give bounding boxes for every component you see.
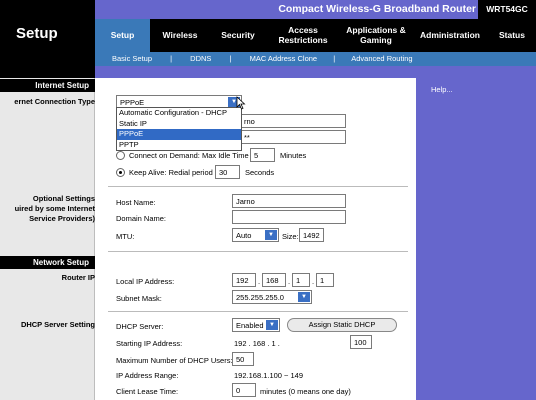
product-name: Compact Wireless-G Broadband Router [278, 3, 476, 15]
option-automatic-dhcp[interactable]: Automatic Configuration - DHCP [117, 108, 241, 119]
main-tab-bar: Setup Wireless Security Access Restricti… [95, 19, 536, 52]
chevron-down-icon: ▼ [266, 320, 278, 330]
mtu-label: MTU: [116, 232, 135, 241]
subnet-mask-select[interactable]: 255.255.255.0 ▼ [232, 290, 312, 304]
subtab-list: Basic Setup | DDNS | MAC Address Clone |… [112, 54, 413, 63]
tab-administration[interactable]: Administration [412, 19, 488, 52]
divider [108, 251, 408, 252]
dhcp-server-select[interactable]: Enabled ▼ [232, 318, 280, 332]
label-connection-type: ernet Connection Type [14, 97, 95, 106]
password-field[interactable]: ** [240, 130, 346, 144]
tab-access-restrictions[interactable]: Access Restrictions [266, 19, 340, 52]
chevron-down-icon: ▼ [298, 292, 310, 302]
starting-ip-label: Starting IP Address: [116, 339, 183, 348]
local-ip-octet-3[interactable]: 1 [292, 273, 310, 287]
starting-ip-prefix: 192 . 168 . 1 . [234, 339, 280, 348]
option-static-ip[interactable]: Static IP [117, 119, 241, 130]
ip-dot: . [258, 277, 261, 286]
mouse-cursor-icon [236, 96, 246, 110]
keep-alive-label: Keep Alive: Redial period [129, 168, 213, 177]
model-name: WRT54GC [478, 0, 536, 19]
local-ip-octet-4[interactable]: 1 [316, 273, 334, 287]
subtab-basic-setup[interactable]: Basic Setup [112, 54, 152, 63]
idle-time-input[interactable]: 5 [250, 148, 275, 162]
local-ip-octet-1[interactable]: 192 [232, 273, 256, 287]
local-ip-label: Local IP Address: [116, 277, 175, 286]
subtab-separator: | [333, 53, 336, 63]
option-pptp[interactable]: PPTP [117, 140, 241, 151]
host-name-label: Host Name: [116, 198, 156, 207]
host-name-input[interactable]: Jarno [232, 194, 346, 208]
header-band [95, 66, 536, 78]
option-pppoe[interactable]: PPPoE [117, 129, 241, 140]
lease-time-input[interactable]: 0 [232, 383, 256, 397]
assign-static-dhcp-button[interactable]: Assign Static DHCP [287, 318, 397, 332]
redial-period-input[interactable]: 30 [215, 165, 240, 179]
connection-type-dropdown-list: Automatic Configuration - DHCP Static IP… [116, 107, 242, 151]
section-header-internet-setup: Internet Setup [0, 79, 95, 92]
subtab-advanced-routing[interactable]: Advanced Routing [351, 54, 412, 63]
ip-range-value: 192.168.1.100 ~ 149 [234, 371, 304, 380]
label-dhcp-server-setting: DHCP Server Setting [20, 320, 95, 329]
ip-range-label: IP Address Range: [116, 371, 179, 380]
label-optional-settings-2: uired by some Internet [14, 204, 95, 213]
redial-period-unit: Seconds [245, 168, 275, 177]
help-column [416, 78, 536, 400]
domain-name-label: Domain Name: [116, 214, 167, 223]
connect-on-demand-radio[interactable] [116, 151, 125, 160]
mtu-size-label: Size: [282, 232, 299, 241]
subtab-separator: | [229, 53, 232, 63]
max-users-input[interactable]: 50 [232, 352, 254, 366]
product-bar: Compact Wireless-G Broadband Router WRT5… [95, 0, 536, 19]
left-column [0, 78, 95, 400]
mtu-size-input[interactable]: 1492 [299, 228, 324, 242]
lease-time-label: Client Lease Time: [116, 387, 179, 396]
divider [108, 311, 408, 312]
ip-dot: . [312, 277, 315, 286]
keep-alive-radio[interactable] [116, 168, 125, 177]
divider [108, 186, 408, 187]
subtab-mac-address-clone[interactable]: MAC Address Clone [250, 54, 318, 63]
chevron-down-icon: ▼ [265, 230, 277, 240]
username-field[interactable]: rno [240, 114, 346, 128]
idle-time-unit: Minutes [280, 151, 307, 160]
connect-on-demand-label: Connect on Demand: Max Idle Time [129, 151, 249, 160]
label-optional-settings-3: Service Providers) [29, 214, 95, 223]
subnet-mask-label: Subnet Mask: [116, 294, 162, 303]
max-users-label: Maximum Number of DHCP Users: [116, 356, 233, 365]
subtab-ddns[interactable]: DDNS [190, 54, 211, 63]
tab-security[interactable]: Security [210, 19, 266, 52]
mtu-select[interactable]: Auto ▼ [232, 228, 279, 242]
lease-time-unit: minutes (0 means one day) [260, 387, 351, 396]
tab-setup[interactable]: Setup [95, 19, 150, 52]
label-optional-settings: Optional Settings [32, 194, 95, 203]
section-header-network-setup: Network Setup [0, 256, 95, 269]
help-link[interactable]: Help... [431, 85, 453, 94]
subtab-separator: | [170, 53, 173, 63]
tab-status[interactable]: Status [488, 19, 536, 52]
dhcp-server-label: DHCP Server: [116, 322, 164, 331]
page-title: Setup [16, 25, 58, 42]
local-ip-octet-2[interactable]: 168 [262, 273, 286, 287]
label-router-ip: Router IP [61, 273, 95, 282]
tab-applications-gaming[interactable]: Applications & Gaming [340, 19, 412, 52]
tab-wireless[interactable]: Wireless [150, 19, 210, 52]
ip-dot: . [288, 277, 291, 286]
starting-ip-input[interactable]: 100 [350, 335, 372, 349]
domain-name-input[interactable] [232, 210, 346, 224]
